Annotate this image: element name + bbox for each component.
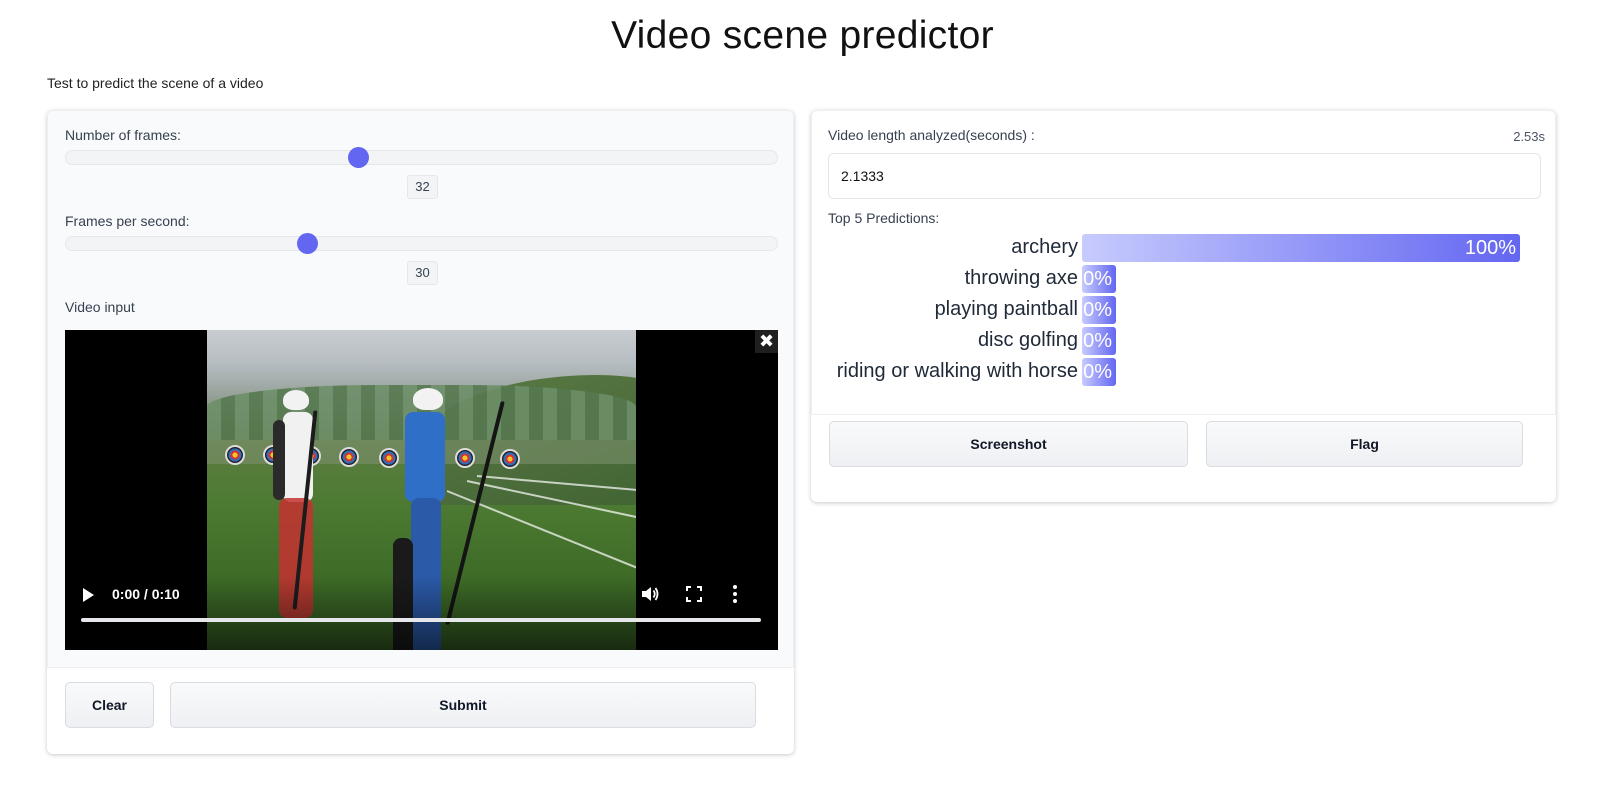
elapsed-timer: 2.53s <box>1513 129 1545 144</box>
page-title: Video scene predictor <box>611 14 994 57</box>
screenshot-button[interactable]: Screenshot <box>829 421 1188 467</box>
fps-label: Frames per second: <box>65 213 190 229</box>
prediction-bar: 0% <box>1082 358 1116 386</box>
more-vertical-icon[interactable] <box>729 584 741 604</box>
outputs-container: Video length analyzed(seconds) : 2.53s 2… <box>811 110 1556 415</box>
prediction-label: archery <box>1011 236 1078 258</box>
fps-slider[interactable] <box>65 233 778 254</box>
volume-icon[interactable] <box>640 585 660 603</box>
prediction-label: riding or walking with horse <box>836 360 1078 382</box>
clear-button[interactable]: Clear <box>65 682 154 728</box>
prediction-row: playing paintball 0% <box>828 296 1528 324</box>
predictions-label: Top 5 Predictions: <box>828 210 940 226</box>
prediction-row: throwing axe 0% <box>828 265 1528 293</box>
input-panel: Number of frames: 32 Frames per second: … <box>47 110 794 754</box>
play-icon[interactable] <box>83 588 94 602</box>
prediction-bar: 0% <box>1082 296 1116 324</box>
prediction-percent: 0% <box>1083 268 1112 290</box>
video-progress-bar[interactable] <box>81 618 761 622</box>
video-controls: 0:00 / 0:10 <box>65 576 778 650</box>
close-icon[interactable]: ✖ <box>755 330 778 353</box>
video-player[interactable]: ✖ 0:00 / 0:10 <box>65 330 778 650</box>
prediction-row: riding or walking with horse 0% <box>828 358 1528 386</box>
prediction-label: playing paintball <box>934 298 1078 320</box>
frames-slider[interactable] <box>65 147 778 168</box>
frames-label: Number of frames: <box>65 127 181 143</box>
frames-value[interactable]: 32 <box>407 175 438 199</box>
archery-target <box>225 445 245 465</box>
prediction-label: throwing axe <box>964 267 1078 289</box>
archery-target <box>379 448 399 468</box>
video-input-label: Video input <box>65 299 135 315</box>
page-description: Test to predict the scene of a video <box>47 75 264 91</box>
prediction-row: disc golfing 0% <box>828 327 1528 355</box>
archery-target <box>339 447 359 467</box>
fps-slider-thumb[interactable] <box>296 233 318 254</box>
fullscreen-icon[interactable] <box>685 585 703 603</box>
fps-value[interactable]: 30 <box>407 261 438 285</box>
prediction-percent: 0% <box>1083 299 1112 321</box>
video-time: 0:00 / 0:10 <box>112 586 180 602</box>
prediction-percent: 0% <box>1083 361 1112 383</box>
inputs-container: Number of frames: 32 Frames per second: … <box>47 110 794 668</box>
prediction-bar: 0% <box>1082 327 1116 355</box>
archery-target <box>500 449 520 469</box>
archery-target <box>455 448 475 468</box>
prediction-bar: 100% <box>1082 234 1520 262</box>
flag-button[interactable]: Flag <box>1206 421 1523 467</box>
prediction-percent: 0% <box>1083 330 1112 352</box>
output-panel: Video length analyzed(seconds) : 2.53s 2… <box>811 110 1556 502</box>
video-length-output[interactable]: 2.1333 <box>828 153 1541 199</box>
submit-button[interactable]: Submit <box>170 682 756 728</box>
prediction-bar: 0% <box>1082 265 1116 293</box>
prediction-label: disc golfing <box>977 329 1078 351</box>
frames-slider-thumb[interactable] <box>348 147 370 168</box>
video-length-label: Video length analyzed(seconds) : <box>828 127 1035 143</box>
prediction-percent: 100% <box>1464 237 1516 259</box>
prediction-row: archery 100% <box>828 234 1528 262</box>
